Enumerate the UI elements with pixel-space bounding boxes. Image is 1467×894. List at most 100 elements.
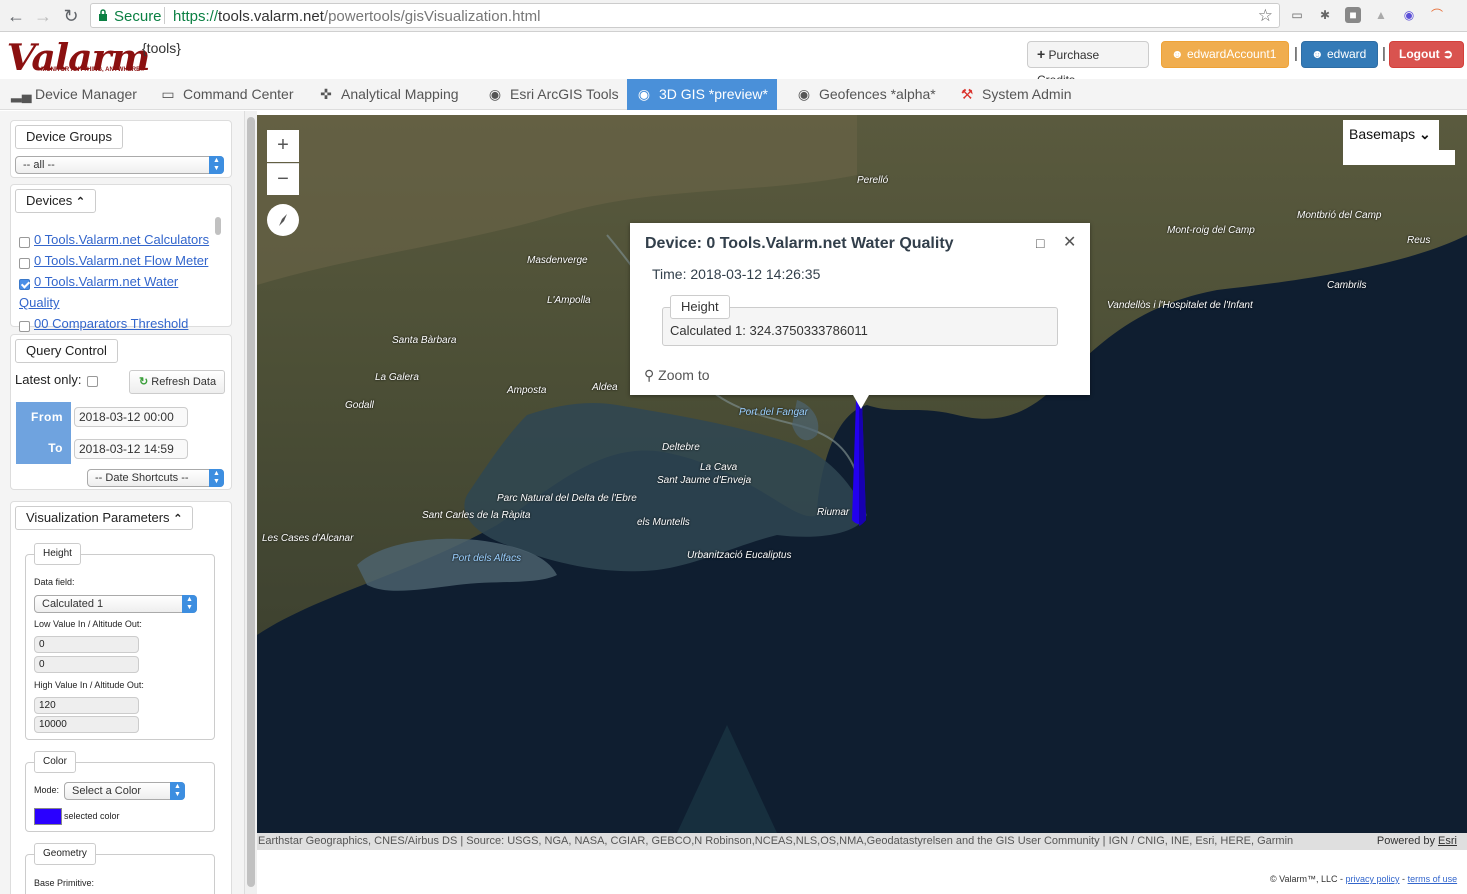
map-place-label: Mont-roig del Camp xyxy=(1167,225,1255,236)
users-icon: ☻ xyxy=(1171,47,1184,61)
height-legend: Height xyxy=(34,543,81,565)
nav-geofences[interactable]: ◉ Geofences *alpha* xyxy=(787,79,942,110)
high-value-in-input[interactable]: 120 xyxy=(34,697,139,714)
date-shortcuts-select[interactable]: -- Date Shortcuts -- ▲ ▼ xyxy=(87,469,224,487)
date-shortcuts-value: -- Date Shortcuts -- xyxy=(95,472,189,484)
visualization-parameters-tab[interactable]: Visualization Parameters ⌃ xyxy=(15,506,194,530)
terms-of-use-link[interactable]: terms of use xyxy=(1408,874,1458,884)
devices-tab[interactable]: Devices ⌃ xyxy=(15,189,97,213)
device-link[interactable]: 0 Tools.Valarm.net Calculators xyxy=(34,229,209,250)
query-control-tab[interactable]: Query Control xyxy=(15,339,118,363)
device-link-continued[interactable]: Quality xyxy=(19,292,59,313)
url-host: tools.valarm.net xyxy=(218,8,324,25)
url-path: /powertools/gisVisualization.html xyxy=(323,8,541,25)
nav-system-admin[interactable]: ⚒ System Admin xyxy=(950,79,1080,110)
low-altitude-out-input[interactable]: 0 xyxy=(34,656,139,673)
extension-icon[interactable]: ✱ xyxy=(1317,7,1333,23)
map-place-label: els Muntells xyxy=(637,517,690,528)
from-date-input[interactable]: 2018-03-12 00:00 xyxy=(74,407,188,427)
copyright-text: © Valarm™, LLC - xyxy=(1270,874,1343,884)
geometry-legend: Geometry xyxy=(34,843,96,865)
map-place-label: La Galera xyxy=(375,372,419,383)
nav-analytical-mapping[interactable]: ✜ Analytical Mapping xyxy=(309,79,469,110)
map-place-label: L'Ampolla xyxy=(547,295,591,306)
data-column-3d[interactable] xyxy=(849,400,869,530)
extension-icon[interactable]: ◉ xyxy=(1401,7,1417,23)
device-groups-tab[interactable]: Device Groups xyxy=(15,125,123,149)
map-place-label: La Cava xyxy=(700,462,738,473)
nav-label: Geofences *alpha* xyxy=(819,86,936,102)
nav-command-center[interactable]: ▭ Command Center xyxy=(151,79,301,110)
map-place-label: Perelló xyxy=(857,175,889,186)
secure-label: Secure xyxy=(114,8,162,25)
to-date-input[interactable]: 2018-03-12 14:59 xyxy=(74,439,188,459)
monitor-icon: ▭ xyxy=(161,86,175,102)
zoom-to-link[interactable]: ⚲ Zoom to xyxy=(644,367,710,384)
chevron-up-icon: ⌃ xyxy=(75,196,86,208)
compass-button[interactable] xyxy=(267,204,299,236)
device-list-scrollbar[interactable] xyxy=(215,217,221,235)
color-swatch[interactable] xyxy=(34,808,62,825)
data-field-value: Calculated 1 xyxy=(42,598,104,610)
high-altitude-out-input[interactable]: 10000 xyxy=(34,716,139,733)
url-separator xyxy=(164,7,165,24)
low-value-in-input[interactable]: 0 xyxy=(34,636,139,653)
privacy-policy-link[interactable]: privacy policy xyxy=(1346,874,1400,884)
header-separator: | xyxy=(1382,45,1386,62)
lock-icon xyxy=(99,9,107,21)
refresh-icon: ↻ xyxy=(139,376,149,388)
extension-icon[interactable]: ■ xyxy=(1345,7,1361,23)
header-separator: | xyxy=(1294,45,1298,62)
zoom-in-button[interactable]: + xyxy=(267,130,299,162)
esri-link[interactable]: Esri xyxy=(1438,835,1457,847)
bookmark-star-icon[interactable]: ☆ xyxy=(1258,6,1273,26)
nav-device-manager[interactable]: ▂▄ Device Manager xyxy=(3,79,143,110)
nav-esri-arcgis-tools[interactable]: ◉ Esri ArcGIS Tools xyxy=(478,79,623,110)
cast-icon[interactable]: ▭ xyxy=(1289,7,1305,23)
latest-only-checkbox[interactable] xyxy=(87,376,98,387)
map-place-label: Godall xyxy=(345,400,374,411)
nav-label: Analytical Mapping xyxy=(341,86,459,102)
color-mode-select[interactable]: Select a Color ▲ ▼ xyxy=(64,782,185,800)
close-icon[interactable]: ✕ xyxy=(1063,232,1076,252)
map-place-label: Vandellòs i l'Hospitalet de l'Infant xyxy=(1107,300,1253,311)
map-view[interactable]: Port del Fangar Deltebre La Cava Sant Ja… xyxy=(257,115,1467,833)
data-field-select[interactable]: Calculated 1 ▲ ▼ xyxy=(34,595,197,613)
device-link[interactable]: 0 Tools.Valarm.net Flow Meter xyxy=(34,250,208,271)
device-checkbox[interactable] xyxy=(19,279,30,290)
height-fieldset: Height Data field: Calculated 1 ▲ ▼ Low Va… xyxy=(25,543,215,740)
user-button[interactable]: ☻ edward xyxy=(1301,41,1378,68)
globe-icon: ◉ xyxy=(488,86,502,102)
basemaps-button[interactable]: Basemaps ⌄ xyxy=(1343,120,1439,150)
maximize-icon[interactable]: □ xyxy=(1036,235,1044,251)
forward-arrow-icon[interactable]: → xyxy=(33,6,53,26)
footer-dash: - xyxy=(1402,874,1406,884)
back-arrow-icon[interactable]: ← xyxy=(6,6,26,26)
device-link[interactable]: 0 Tools.Valarm.net Water xyxy=(34,271,178,292)
zoom-out-button[interactable]: − xyxy=(267,163,299,195)
refresh-data-button[interactable]: ↻ Refresh Data xyxy=(129,370,225,394)
device-link[interactable]: 00 Comparators Threshold xyxy=(34,313,188,334)
sidebar-scrollbar[interactable] xyxy=(244,111,257,894)
to-label: To xyxy=(16,433,71,464)
select-arrows-icon: ▲ ▼ xyxy=(209,156,224,174)
drive-icon[interactable]: ▲ xyxy=(1373,7,1389,23)
address-bar[interactable]: Secure https://tools.valarm.net/powertoo… xyxy=(90,3,1280,28)
device-checkbox[interactable] xyxy=(19,321,30,332)
device-checkbox[interactable] xyxy=(19,258,30,269)
query-control-panel: Query Control Latest only: ↻ Refresh Dat… xyxy=(10,334,232,490)
rainbow-icon[interactable]: ⌒ xyxy=(1429,7,1445,23)
reload-icon[interactable]: ↻ xyxy=(61,6,81,26)
logout-button[interactable]: Logout ➲ xyxy=(1389,41,1464,68)
purchase-credits-button[interactable]: + Purchase Credits xyxy=(1027,41,1149,87)
account-button[interactable]: ☻ edwardAccount1 xyxy=(1161,41,1289,68)
nav-3d-gis[interactable]: ◉ 3D GIS *preview* xyxy=(627,79,777,110)
popup-pointer xyxy=(853,395,869,409)
geometry-fieldset: Geometry Base Primitive: xyxy=(25,843,215,894)
device-group-select[interactable]: -- all -- ▲ ▼ xyxy=(15,156,224,174)
nav-label: Esri ArcGIS Tools xyxy=(510,86,619,102)
main-nav: ▂▄ Device Manager ▭ Command Center ✜ Analyt… xyxy=(0,79,1467,110)
device-checkbox[interactable] xyxy=(19,237,30,248)
scrollbar-thumb[interactable] xyxy=(247,117,255,887)
basemaps-label: Basemaps xyxy=(1349,126,1416,142)
